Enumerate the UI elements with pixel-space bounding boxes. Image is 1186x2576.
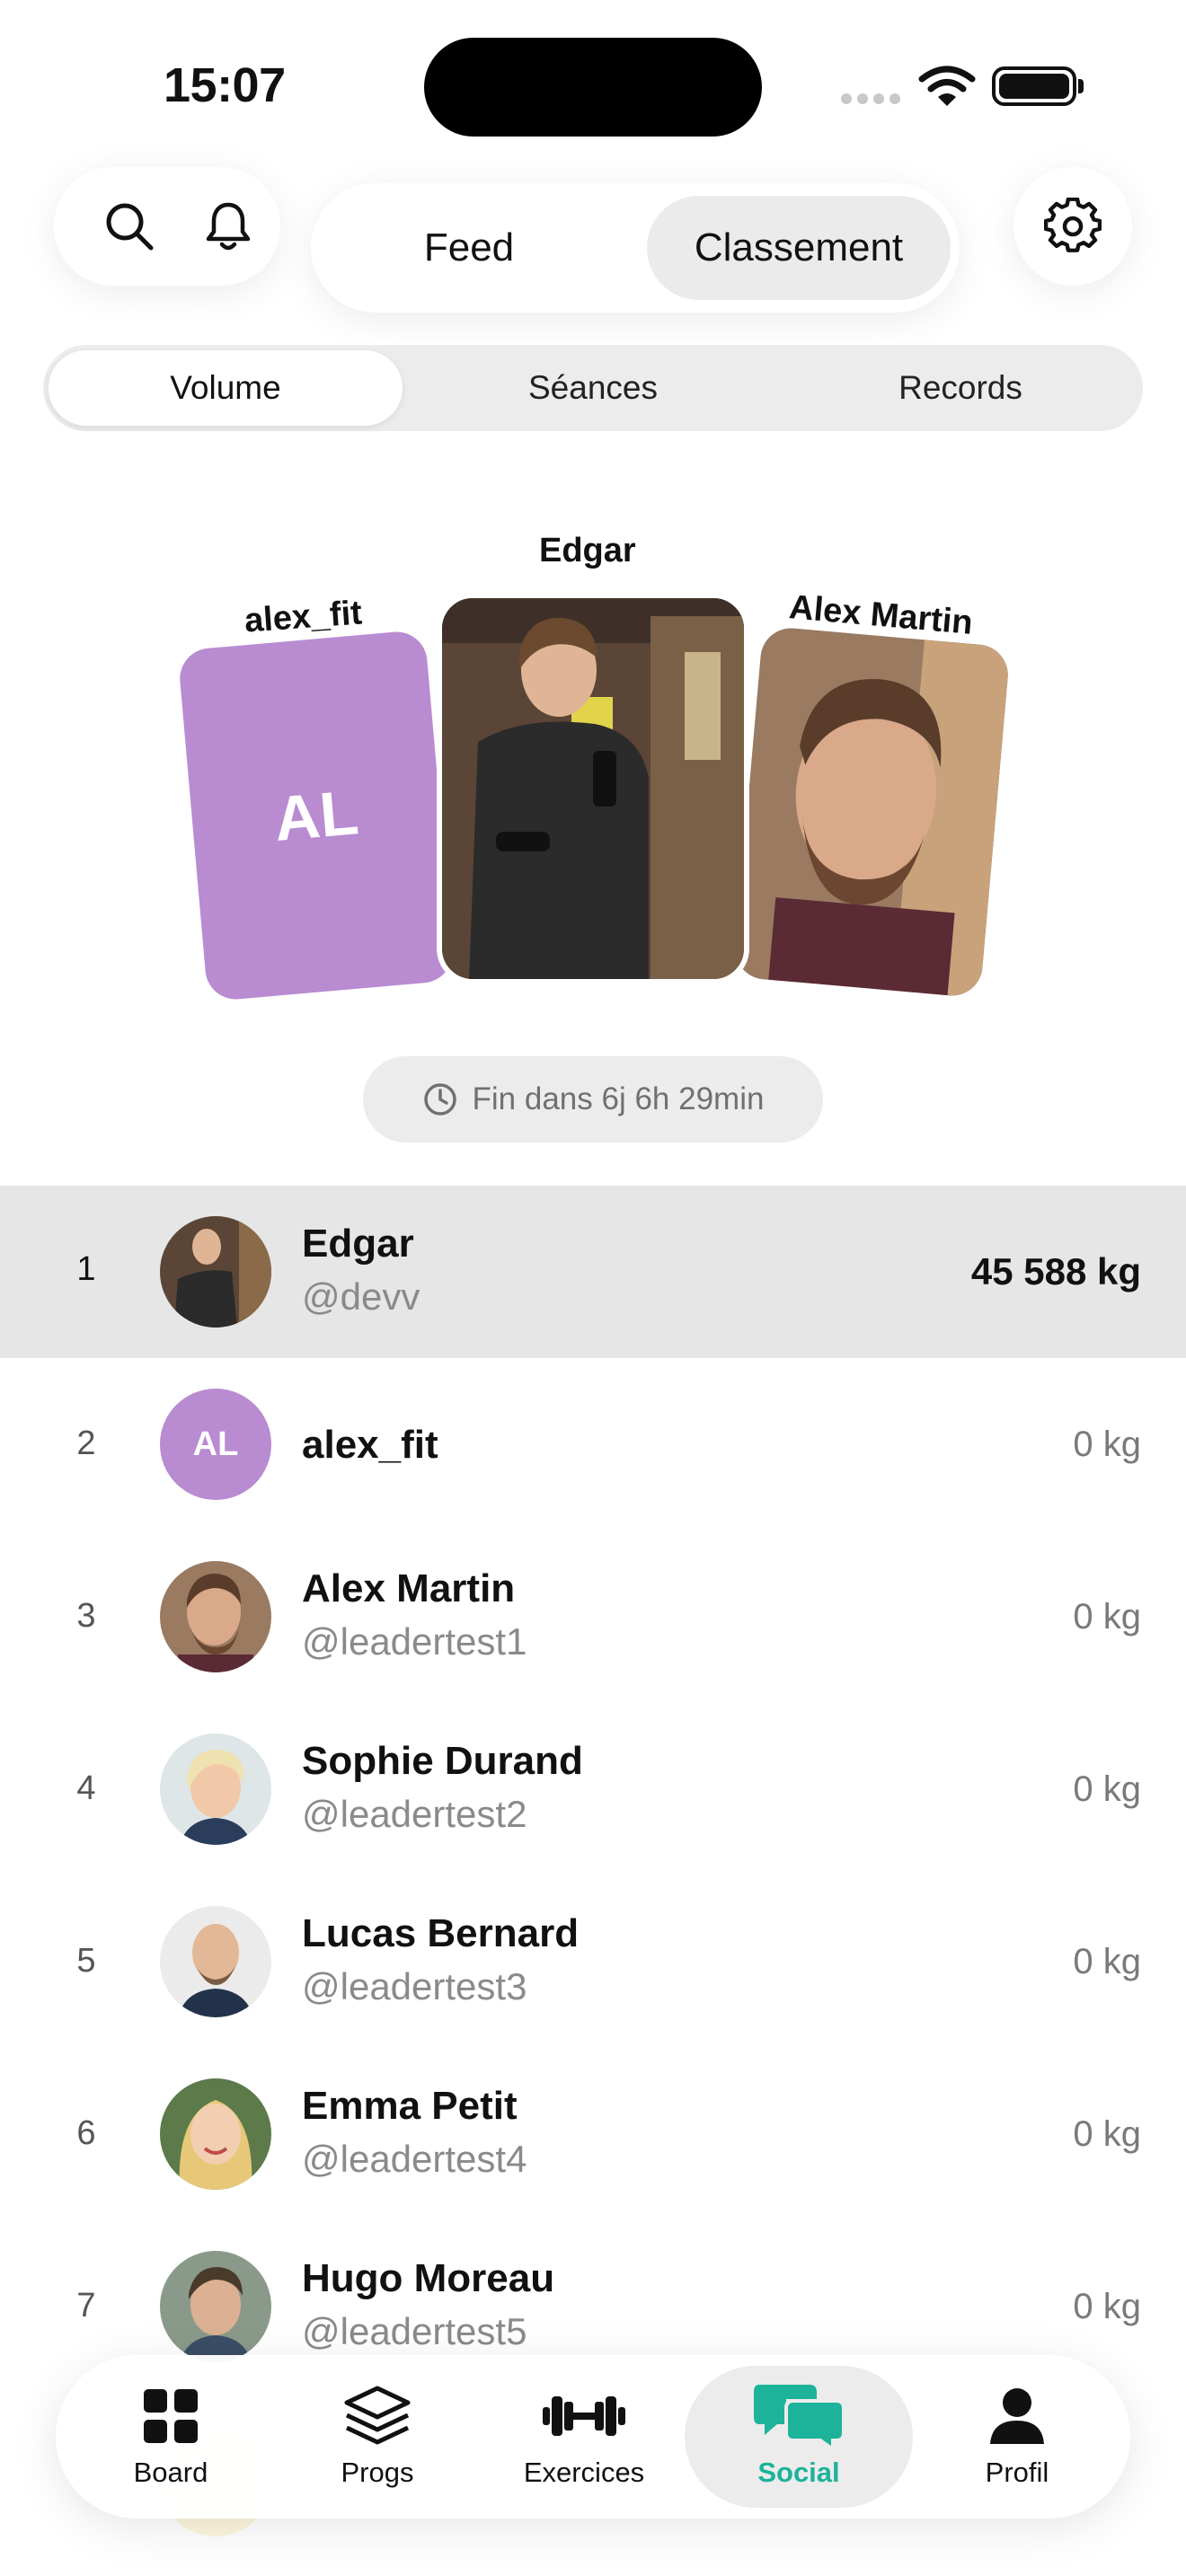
- user-handle: @leadertest2: [302, 1793, 527, 1835]
- user-score: 0 kg: [1073, 1425, 1141, 1464]
- settings-button[interactable]: [1013, 167, 1132, 286]
- nav-progs-label: Progs: [341, 2457, 414, 2488]
- nav-profil-label: Profil: [985, 2457, 1049, 2488]
- user-name: Hugo Moreau: [302, 2256, 555, 2300]
- user-score: 0 kg: [1073, 2287, 1141, 2326]
- leaderboard-row[interactable]: 6 Emma Petit @leadertest4 0 kg: [0, 2048, 1186, 2220]
- nav-exercices[interactable]: Exercices: [494, 2355, 674, 2519]
- dumbbell-icon: [543, 2385, 625, 2448]
- rank-number: 4: [76, 1769, 96, 1807]
- tab-feed[interactable]: Feed: [329, 196, 609, 300]
- user-handle: @leadertest3: [302, 1965, 527, 2007]
- search-icon[interactable]: [90, 187, 169, 266]
- avatar: AL: [160, 1389, 271, 1500]
- leaderboard-row[interactable]: 4 Sophie Durand @leadertest2 0 kg: [0, 1703, 1186, 1875]
- gear-icon: [1044, 198, 1102, 252]
- user-score: 0 kg: [1073, 1942, 1141, 1981]
- leaderboard-row[interactable]: 3 Alex Martin @leadertest1 0 kg: [0, 1531, 1186, 1703]
- podium-first-photo[interactable]: [437, 593, 749, 984]
- user-score: 0 kg: [1073, 1769, 1141, 1809]
- timer-text: Fin dans 6j 6h 29min: [472, 1081, 765, 1116]
- nav-progs[interactable]: Progs: [288, 2355, 467, 2519]
- user-name: Alex Martin: [302, 1566, 516, 1610]
- user-handle: @leadertest5: [302, 2310, 527, 2352]
- user-score: 45 588 kg: [970, 1250, 1141, 1292]
- rank-number: 3: [76, 1597, 96, 1635]
- user-handle: @leadertest1: [302, 1620, 527, 1663]
- layers-icon: [343, 2385, 412, 2448]
- nav-social[interactable]: Social: [685, 2366, 913, 2508]
- avatar: [160, 2251, 271, 2362]
- tab-classement[interactable]: Classement: [647, 196, 951, 300]
- podium-second-name: alex_fit: [243, 594, 364, 640]
- rank-number: 2: [76, 1425, 96, 1462]
- user-name: Edgar: [302, 1222, 414, 1266]
- nav-profil[interactable]: Profil: [927, 2355, 1107, 2519]
- bell-icon[interactable]: [189, 187, 268, 266]
- avatar: [160, 1561, 271, 1672]
- nav-board-label: Board: [133, 2457, 208, 2488]
- tab-seances[interactable]: Séances: [416, 350, 770, 426]
- bottom-nav: Board Progs Exercices Social Profil: [56, 2355, 1130, 2519]
- nav-board[interactable]: Board: [81, 2355, 261, 2519]
- rank-number: 6: [76, 2114, 96, 2152]
- wifi-icon: [918, 66, 976, 106]
- podium-second-initials: AL: [271, 777, 361, 854]
- leaderboard-row[interactable]: 1 Edgar @devv 45 588 kg: [0, 1186, 1186, 1358]
- avatar: [160, 1906, 271, 2017]
- avatar: [160, 1734, 271, 1845]
- rank-number: 5: [76, 1942, 96, 1980]
- leaderboard-row[interactable]: 5 Lucas Bernard @leadertest3 0 kg: [0, 1875, 1186, 2048]
- chat-bubbles-icon: [754, 2385, 844, 2451]
- rank-number: 7: [76, 2287, 96, 2325]
- user-handle: @leadertest4: [302, 2138, 527, 2180]
- tab-records[interactable]: Records: [783, 350, 1137, 426]
- person-icon: [988, 2385, 1046, 2448]
- user-name: Sophie Durand: [302, 1739, 583, 1783]
- view-switcher: Feed Classement: [311, 183, 960, 313]
- header-actions: [54, 167, 280, 286]
- podium-second-card[interactable]: AL: [177, 629, 456, 1002]
- dynamic-island: [424, 38, 762, 137]
- avatar: [160, 1216, 271, 1328]
- user-score: 0 kg: [1073, 2114, 1141, 2154]
- rank-number: 1: [76, 1250, 96, 1288]
- user-score: 0 kg: [1073, 1597, 1141, 1636]
- ranking-tabs: Volume Séances Records: [43, 345, 1143, 431]
- timer-badge: Fin dans 6j 6h 29min: [363, 1056, 823, 1142]
- cellular-signal-icon: [841, 93, 902, 104]
- tab-volume[interactable]: Volume: [49, 350, 403, 426]
- user-name: Lucas Bernard: [302, 1911, 580, 1955]
- podium-third-photo[interactable]: [732, 625, 1011, 999]
- battery-icon: [992, 66, 1076, 106]
- status-time: 15:07: [164, 58, 286, 112]
- podium-first-name: Edgar: [539, 532, 636, 569]
- nav-exercices-label: Exercices: [523, 2457, 645, 2488]
- avatar: [160, 2078, 271, 2190]
- grid-icon: [142, 2385, 199, 2448]
- battery-tip: [1078, 79, 1084, 93]
- user-name: alex_fit: [302, 1423, 438, 1467]
- user-handle: @devv: [302, 1275, 420, 1318]
- clock-icon: [423, 1083, 456, 1116]
- nav-social-label: Social: [757, 2457, 840, 2488]
- user-name: Emma Petit: [302, 2084, 518, 2128]
- leaderboard-row[interactable]: 2 AL alex_fit 0 kg: [0, 1358, 1186, 1531]
